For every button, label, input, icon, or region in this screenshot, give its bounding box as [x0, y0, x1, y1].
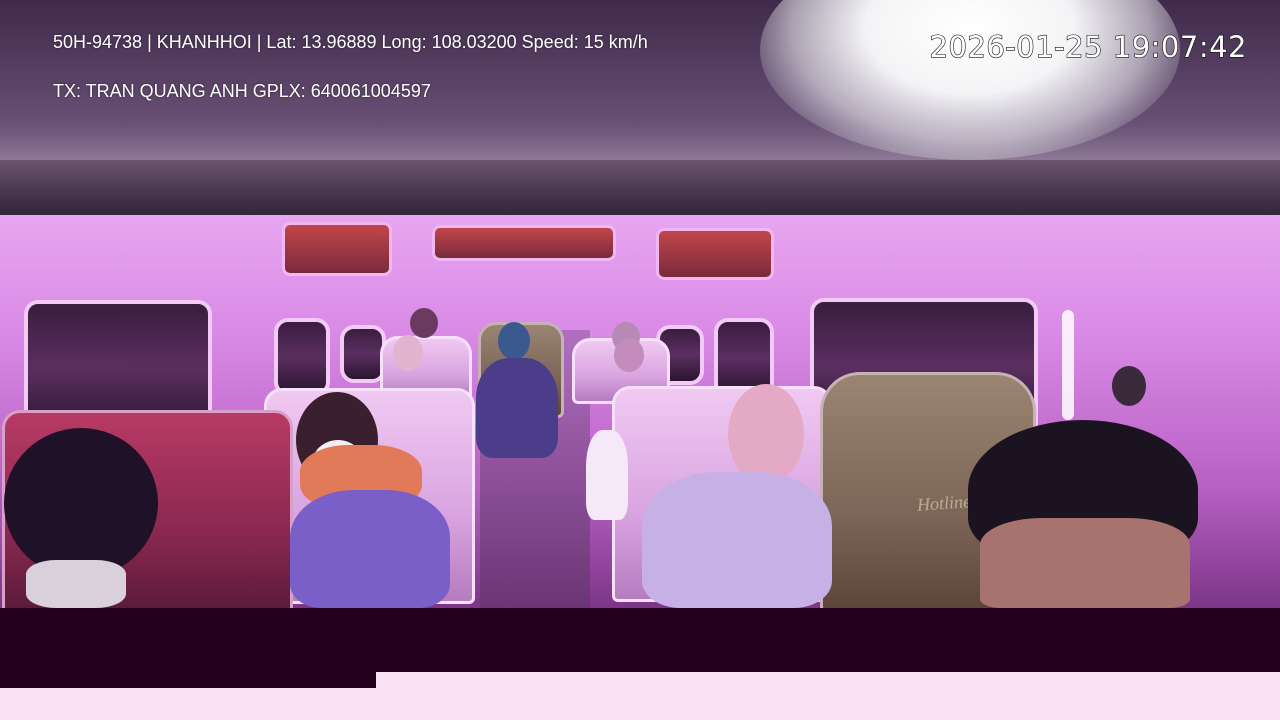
passenger-mid-right-back-body: [586, 430, 628, 520]
side-speaker: [1112, 366, 1146, 406]
passenger-rear-back-head: [410, 308, 438, 338]
headrest-logo: Hotline: [916, 491, 972, 515]
passenger-man-body: [642, 472, 832, 608]
passenger-rear-center-head: [498, 322, 530, 360]
side-led-strip: [1062, 310, 1074, 420]
window-left-mid: [274, 318, 330, 396]
ceiling-vent-left: [282, 222, 392, 276]
passenger-front-right-face: [980, 518, 1190, 608]
passenger-man-head: [728, 384, 804, 484]
video-light-band: [376, 672, 1280, 720]
camera-frame: Hotline 50H-94738 | KHANHHOI | Lat: 13.9…: [0, 0, 1280, 720]
video-light-band-left: [0, 688, 376, 720]
osd-timestamp: 2026-01-25 19:07:42: [929, 29, 1247, 64]
passenger-front-left-head: [4, 428, 158, 578]
osd-driver-info: TX: TRAN QUANG ANH GPLX: 640061004597: [53, 81, 431, 101]
video-dark-band-step: [0, 672, 376, 688]
front-left-mask: [26, 560, 126, 608]
passenger-woman-body: [290, 490, 450, 608]
passenger-rear-left-head: [393, 335, 423, 371]
bus-interior-scene: Hotline 50H-94738 | KHANHHOI | Lat: 13.9…: [0, 0, 1280, 608]
passenger-mid-right-back-head: [614, 338, 644, 372]
passenger-rear-center-body: [476, 358, 558, 458]
osd-vehicle-info: 50H-94738 | KHANHHOI | Lat: 13.96889 Lon…: [53, 32, 648, 52]
ceiling-vent-center: [432, 225, 616, 261]
ceiling-vent-right: [656, 228, 774, 280]
